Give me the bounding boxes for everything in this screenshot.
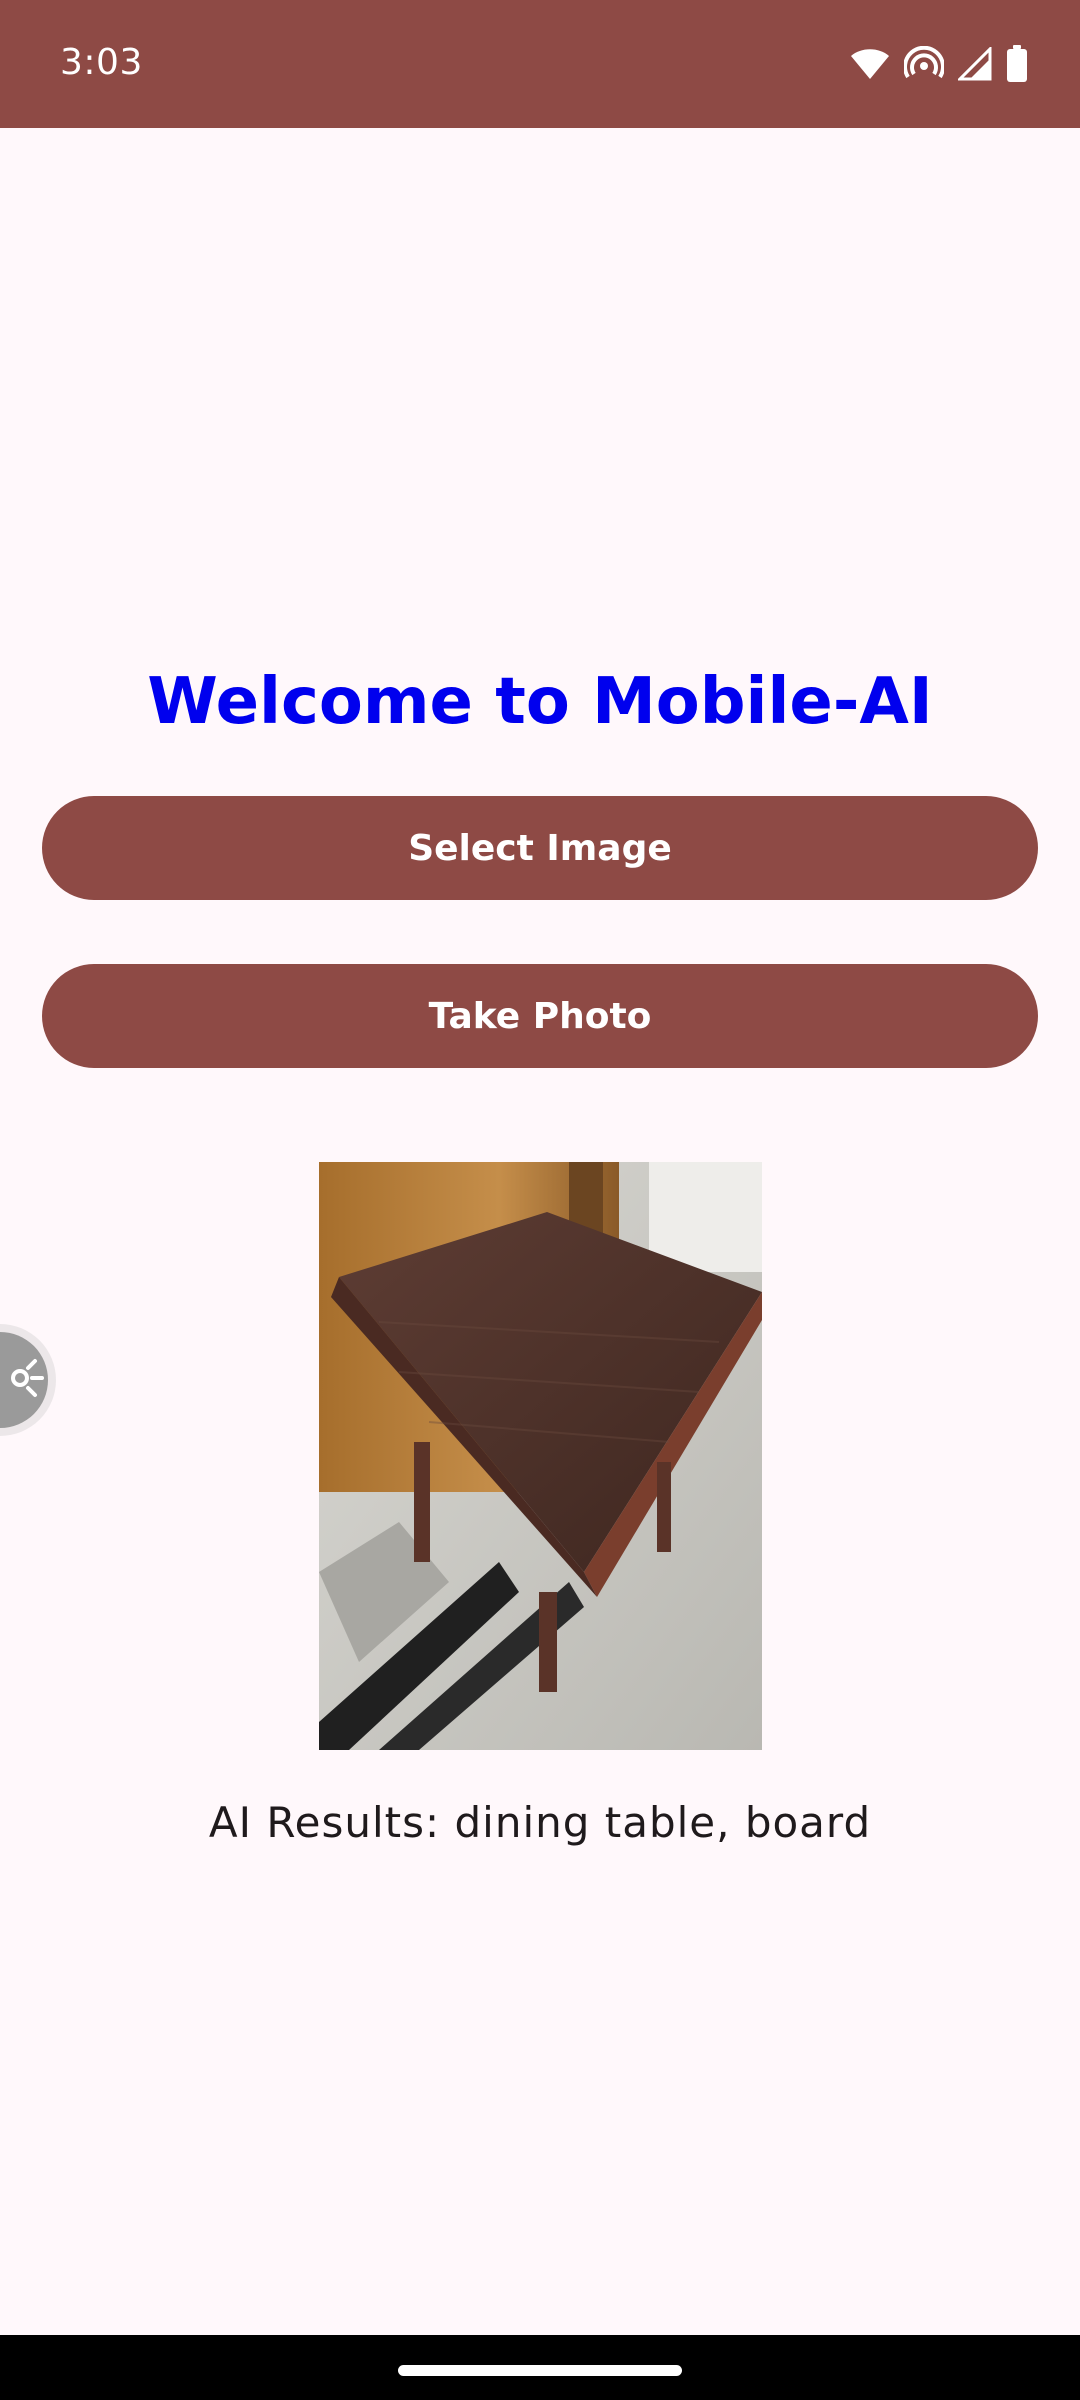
sparkle-icon	[4, 1356, 48, 1405]
welcome-title: Welcome to Mobile-AI	[147, 665, 933, 739]
home-handle[interactable]	[398, 2365, 682, 2376]
table-preview-image	[319, 1162, 762, 1750]
battery-icon	[1006, 45, 1028, 83]
hotspot-icon	[904, 46, 944, 82]
status-bar: 3:03	[0, 0, 1080, 128]
take-photo-button[interactable]: Take Photo	[42, 964, 1038, 1068]
select-image-button[interactable]: Select Image	[42, 796, 1038, 900]
floating-tool-button[interactable]	[0, 1332, 48, 1428]
wifi-icon	[850, 47, 890, 81]
ai-results-text: AI Results: dining table, board	[208, 1798, 872, 1847]
status-icons	[850, 42, 1028, 86]
signal-icon	[958, 47, 992, 81]
status-time: 3:03	[60, 42, 143, 83]
